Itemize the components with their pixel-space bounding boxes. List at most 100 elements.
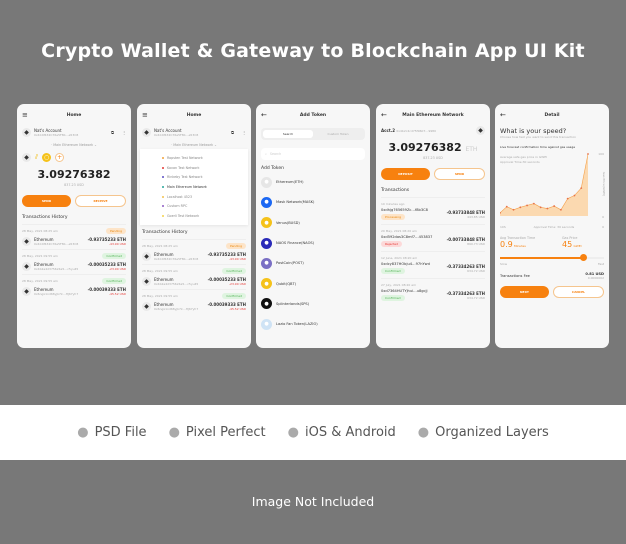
more-icon[interactable]: ⋮ <box>122 130 126 135</box>
status-badge: Confirmed <box>102 278 126 284</box>
back-arrow-icon[interactable]: ← <box>261 111 267 119</box>
gas-point <box>539 206 542 209</box>
tx-usd: 890.73 USD <box>467 241 485 246</box>
ethereum-icon[interactable]: ◆ <box>22 153 31 162</box>
token-item[interactable]: ● Mask Network(MASK) <box>261 192 365 212</box>
network-screen: ← Main Ethereum Network Acct.2 0x4b2c4cd7… <box>376 104 490 348</box>
detail-screen: ← Detail What is your speed? Choose how f… <box>495 104 609 348</box>
tx-address: 0x4C4f432C76e5F8b…e53C8 <box>34 242 79 246</box>
splinterlands-icon: ● <box>261 298 272 310</box>
tx-hash: 0xdcy837HObju4…97hYwd <box>381 262 430 266</box>
transaction-item[interactable]: 28 May, 2021 09:55 am Confirmed ◆ Ethereum… <box>22 249 126 274</box>
tab-custom-token[interactable]: Custom Token <box>313 130 363 138</box>
token-item[interactable]: ● Splinterlands(SPS) <box>261 294 365 314</box>
ethereum-icon: ◆ <box>22 262 31 271</box>
tx-usd: -23.90 USD <box>108 267 126 271</box>
tx-date: 12 June, 2021 08:20 am <box>381 256 418 260</box>
naos-icon: ● <box>261 237 272 249</box>
menu-icon[interactable]: ≡ <box>142 111 148 119</box>
transaction-item[interactable]: 28 May, 2021 08:25 am Pending ◆ Ethereum 0x… <box>22 224 126 249</box>
account-address: 0x4b2c4cd75f9607…9980 <box>396 129 437 133</box>
ethereum-icon: ◆ <box>142 301 151 311</box>
account-address: 0x4C4f432C76e5F8b…e53C8 <box>34 133 79 137</box>
network-option[interactable]: Ropsten Test Network <box>162 153 248 163</box>
transaction-item[interactable]: 12 June, 2021 08:20 am 0xdcy837HObju4…97h… <box>381 251 485 278</box>
token-item[interactable]: ● PostCoin(POST) <box>261 253 365 273</box>
tx-amount: -0.00733848 ETH <box>446 236 485 242</box>
token-item[interactable]: ● Qubit(QBT) <box>261 273 365 293</box>
network-option[interactable]: Kovan Test Network <box>162 163 248 173</box>
venus-icon: ● <box>261 217 272 229</box>
receive-button[interactable]: RECEIVE <box>75 195 126 207</box>
transaction-item[interactable]: 28 May, 2021 09:55 am Confirmed ◆ Ethereum… <box>142 288 246 314</box>
tx-address: 0x4b2a4d375624a5…c5yu45 <box>154 281 199 286</box>
section-title: Transactions History <box>22 215 68 220</box>
menu-icon[interactable]: ≡ <box>22 111 28 119</box>
header-title: Add Token <box>299 112 327 118</box>
fee-label: Transactions Fee <box>500 274 530 278</box>
header-title: Home <box>66 112 82 118</box>
balance: 3.09276382 <box>388 141 462 154</box>
token-item[interactable]: ● Lazio Fan Token(LAZIO) <box>261 314 365 334</box>
network-option[interactable]: Goerli Test Network <box>162 211 248 221</box>
gas-point <box>560 208 562 211</box>
more-icon[interactable]: ⋮ <box>242 130 246 135</box>
send-button[interactable]: SEND <box>22 195 71 207</box>
home-screen: ≡ Home ◆ Nat's Account 0x4C4f432C76e5F8b…e5… <box>17 104 131 348</box>
gas-point <box>519 206 522 209</box>
section-title: Transactions <box>381 188 410 193</box>
header-title: Main Ethereum Network <box>402 112 464 118</box>
copy-icon[interactable]: ⧉ <box>111 130 114 135</box>
speed-slider[interactable] <box>500 254 604 262</box>
tx-amount: -0.37334263 ETH <box>446 263 485 269</box>
feature-item: ● iOS & Android <box>287 425 396 440</box>
token-item[interactable]: ● Ethereum(ETH) <box>261 172 365 192</box>
network-option[interactable]: Custom RPC <box>162 201 248 211</box>
tx-address: 0x6ngx1nd68yjk7k…HJ67yh7 <box>154 306 199 311</box>
features-band: ● PSD File ● Pixel Perfect ● iOS & Android … <box>0 405 626 460</box>
deposit-button[interactable]: DEPOSIT <box>381 168 430 180</box>
search-input[interactable]: ⌕ Search <box>261 148 365 160</box>
x-axis-label: Approval Time: 30 seconds <box>533 225 575 229</box>
slider-handle[interactable] <box>579 254 587 261</box>
ethereum-icon: ◆ <box>142 251 151 261</box>
network-selector[interactable]: · Main Ethereum Network ⌄ <box>142 143 246 147</box>
network-dropdown: Ropsten Test Network Kovan Test Network Ri… <box>140 149 248 225</box>
network-option[interactable]: Localhost 4523 <box>162 192 248 202</box>
qubit-icon[interactable]: ○ <box>42 153 52 162</box>
tab-search[interactable]: Search <box>263 130 313 138</box>
status-badge: Processing <box>381 214 406 220</box>
transaction-item[interactable]: 28 May, 2021 08:25 am Pending ◆ Ethereum 0x… <box>142 238 246 264</box>
status-badge: Pending <box>106 228 126 234</box>
send-button[interactable]: SEND <box>434 168 485 180</box>
venus-icon[interactable]: ⫽ <box>35 153 38 162</box>
header-title: Detail <box>544 112 560 118</box>
transaction-item[interactable]: 28 May, 2021 09:55 am Confirmed ◆ Ethereum… <box>22 274 126 299</box>
account-card[interactable]: ◆ Nat's Account 0x4C4f432C76e5F8b…e53C8 ⧉ ⋮ <box>22 128 126 137</box>
tx-hash: 0xdhjg765659Zc…f8b3C8 <box>381 208 428 212</box>
y-tick: 100 <box>598 152 604 156</box>
network-option[interactable]: Main Ethereum Network <box>162 182 248 192</box>
token-item[interactable]: ● NAOS Finance(NAOS) <box>261 233 365 253</box>
transaction-item[interactable]: 27 July, 2021 08:20 am 0xd7364HUTYjhui…u8… <box>381 278 485 305</box>
mask-icon: ● <box>261 196 272 208</box>
transaction-item[interactable]: 28 May, 2021 09:55 am Confirmed ◆ Ethereum… <box>142 263 246 289</box>
transaction-item[interactable]: 20 May, 2021 08:20 am 0xd592das3C8mf7…453… <box>381 224 485 251</box>
back-arrow-icon[interactable]: ← <box>381 111 387 119</box>
home-network-menu-screen: ≡ Home ◆ Nat's Account 0x4C4f432C76e5F8b…e5… <box>137 104 251 348</box>
back-arrow-icon[interactable]: ← <box>500 111 506 119</box>
cancel-button[interactable]: CANCEL <box>553 286 604 298</box>
ethereum-icon: ◆ <box>22 287 31 296</box>
network-option[interactable]: Rinkeby Test Network <box>162 172 248 182</box>
network-selector[interactable]: · Main Ethereum Network ⌄ <box>22 143 126 147</box>
transaction-item[interactable]: 10 minutes ago 0xdhjg765659Zc…f8b3C8 Proce… <box>381 197 485 224</box>
ethereum-icon: ◆ <box>476 126 485 135</box>
gas-price-value: 45 <box>562 240 573 249</box>
tx-usd: 634.72 USD <box>467 268 485 273</box>
add-token-icon[interactable]: + <box>55 153 65 162</box>
token-item[interactable]: ● Venus(BUSD) <box>261 213 365 233</box>
ethereum-icon: ◆ <box>22 237 31 246</box>
next-button[interactable]: NEXT <box>500 286 549 298</box>
account-card[interactable]: ◆ Nat's Account 0x4C4f432C76e5F8b…e53C8 ⧉ ⋮ <box>142 128 246 137</box>
copy-icon[interactable]: ⧉ <box>231 130 234 135</box>
